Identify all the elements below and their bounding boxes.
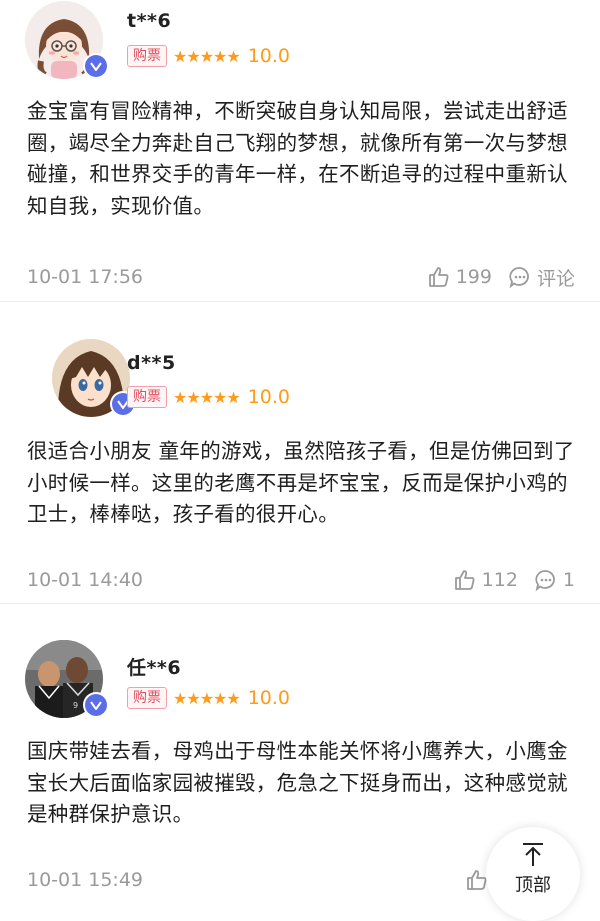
rating-row: 购票 ★★★★★ 10.0	[127, 44, 290, 68]
ticket-badge: 购票	[127, 687, 167, 709]
comment-bubble-icon	[509, 267, 529, 289]
like-count: 199	[455, 266, 492, 288]
comment-count: 1	[562, 569, 575, 591]
review-footer: 10-01 17:56 199 评论	[27, 263, 575, 291]
comment-button[interactable]: 评论	[508, 264, 575, 291]
verified-badge-icon	[83, 53, 109, 79]
svg-text:9: 9	[73, 701, 78, 710]
username[interactable]: t**6	[127, 10, 171, 32]
verified-badge-icon	[83, 692, 109, 718]
like-count: 112	[481, 569, 518, 591]
avatar[interactable]: 9	[25, 640, 109, 718]
thumbs-up-icon	[428, 267, 449, 287]
rating-row: 购票 ★★★★★ 10.0	[127, 385, 290, 409]
ticket-badge: 购票	[127, 386, 167, 408]
username[interactable]: d**5	[127, 352, 176, 374]
like-button[interactable]: 112	[453, 568, 518, 592]
review-card: t**6 购票 ★★★★★ 10.0 金宝富有冒险精神，不断突破自身认知局限，尝…	[0, 0, 600, 302]
back-to-top-button[interactable]: 顶部	[486, 827, 580, 921]
avatar[interactable]	[25, 1, 109, 79]
comment-bubble-icon	[535, 570, 555, 592]
star-rating: ★★★★★	[173, 46, 241, 66]
avatar[interactable]	[52, 339, 136, 417]
review-date: 10-01 17:56	[27, 266, 144, 288]
score: 10.0	[247, 687, 291, 709]
thumbs-up-icon	[454, 570, 475, 590]
star-rating: ★★★★★	[173, 688, 241, 708]
review-date: 10-01 14:40	[27, 569, 144, 591]
arrow-up-icon	[486, 841, 580, 871]
comment-button[interactable]: 1	[534, 568, 575, 592]
rating-row: 购票 ★★★★★ 10.0	[127, 686, 290, 710]
score: 10.0	[247, 386, 291, 408]
review-text[interactable]: 很适合小朋友 童年的游戏，虽然陪孩子看，但是仿佛回到了小时候一样。这里的老鹰不再…	[27, 436, 575, 531]
review-card: d**5 购票 ★★★★★ 10.0 很适合小朋友 童年的游戏，虽然陪孩子看，但…	[0, 302, 600, 604]
review-text[interactable]: 金宝富有冒险精神，不断突破自身认知局限，尝试走出舒适圈，竭尽全力奔赴自己飞翔的梦…	[27, 96, 575, 222]
ticket-badge: 购票	[127, 45, 167, 67]
comment-label: 评论	[536, 267, 575, 290]
like-button[interactable]: 199	[427, 265, 492, 289]
review-footer: 10-01 14:40 112 1	[27, 566, 575, 594]
review-text[interactable]: 国庆带娃去看，母鸡出于母性本能关怀将小鹰养大，小鹰金宝长大后面临家园被摧毁，危急…	[27, 736, 575, 831]
star-rating: ★★★★★	[173, 387, 241, 407]
username[interactable]: 任**6	[127, 653, 181, 680]
score: 10.0	[247, 45, 291, 67]
back-to-top-label: 顶部	[515, 875, 551, 896]
review-date: 10-01 15:49	[27, 869, 144, 891]
